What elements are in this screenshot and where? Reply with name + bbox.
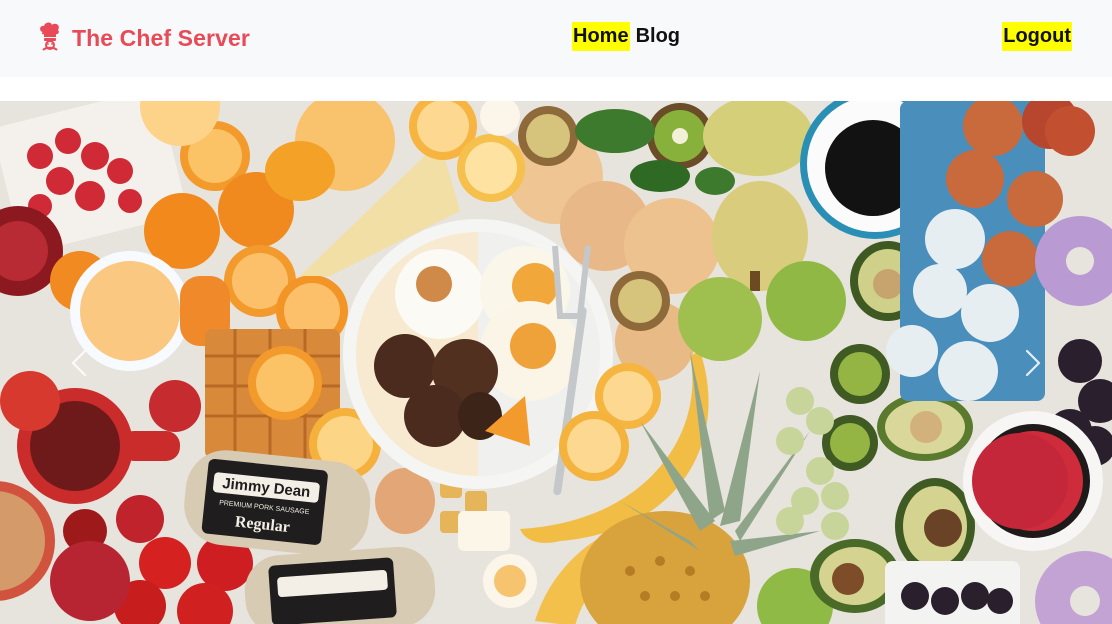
logout-link[interactable]: Logout xyxy=(1002,22,1072,51)
nav-blog-link[interactable]: Blog xyxy=(636,22,680,51)
navbar: The Chef Server Home Blog Logout xyxy=(0,0,1112,77)
brand-link[interactable]: The Chef Server xyxy=(38,20,250,56)
carousel-next-button[interactable] xyxy=(952,101,1112,624)
breakfast-spread-photo: Jimmy Dean PREMIUM PORK SAUSAGE Regular xyxy=(0,101,1112,624)
hero-carousel: Jimmy Dean PREMIUM PORK SAUSAGE Regular xyxy=(0,101,1112,624)
chevron-left-icon xyxy=(71,349,87,376)
carousel-prev-button[interactable] xyxy=(0,101,160,624)
nav-home-link[interactable]: Home xyxy=(572,22,630,51)
brand-name: The Chef Server xyxy=(72,24,250,51)
chevron-right-icon xyxy=(1025,349,1041,376)
chef-hat-icon xyxy=(40,22,59,51)
logout-wrapper: Logout xyxy=(1002,22,1072,51)
main-nav: Home Blog xyxy=(572,22,680,51)
